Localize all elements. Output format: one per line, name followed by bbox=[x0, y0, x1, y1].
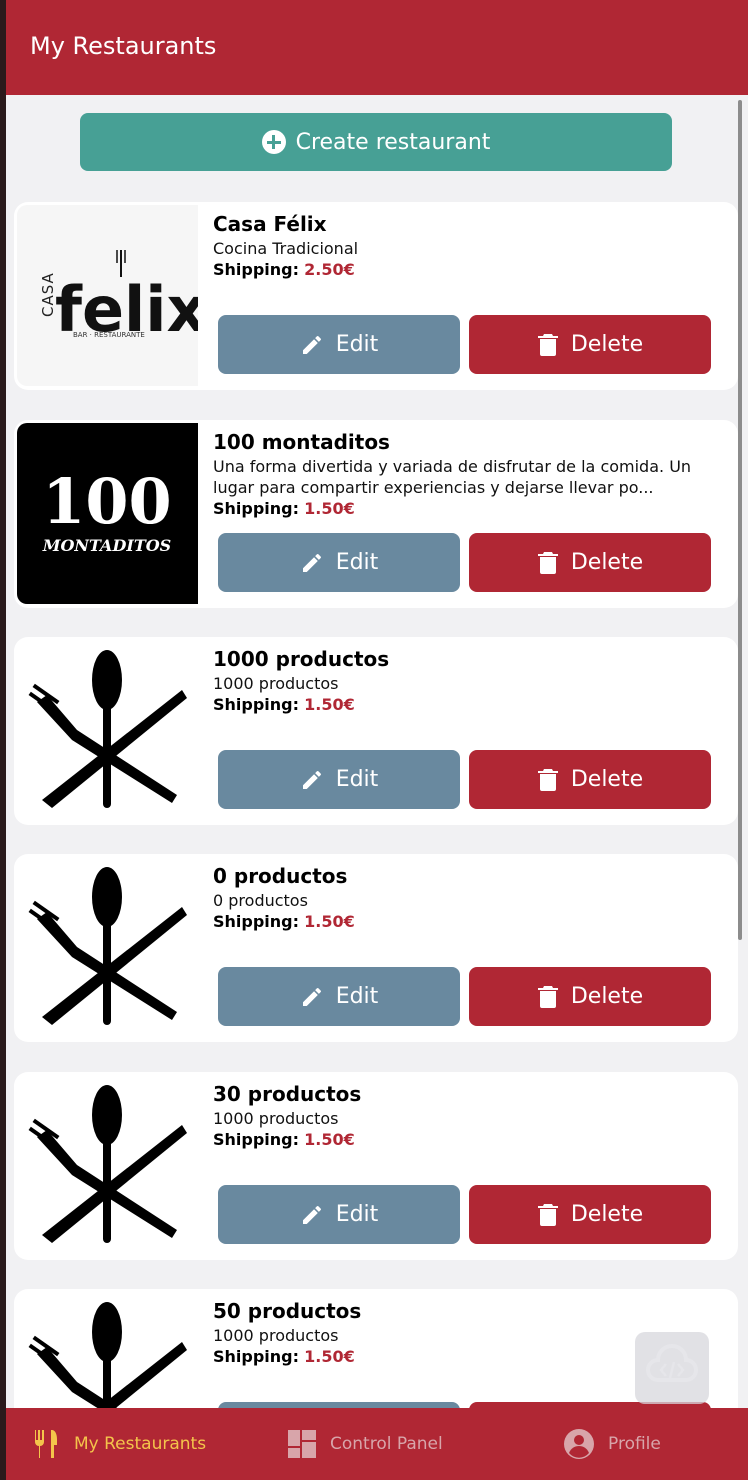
trash-icon bbox=[537, 333, 558, 356]
app-screen: My Restaurants Create restaurant CASA fe… bbox=[6, 0, 748, 1480]
delete-button[interactable]: Delete bbox=[469, 533, 711, 592]
shipping-cost: Shipping: 2.50€ bbox=[213, 260, 355, 279]
delete-button[interactable]: Delete bbox=[469, 750, 711, 809]
pencil-icon bbox=[302, 335, 321, 354]
delete-button[interactable]: Delete bbox=[469, 1185, 711, 1244]
delete-button[interactable]: Delete bbox=[469, 967, 711, 1026]
restaurant-card[interactable]: CASA felix BAR · RESTAURANTE Casa Félix … bbox=[14, 202, 738, 390]
restaurant-description: 1000 productos bbox=[213, 1109, 339, 1128]
scrollbar[interactable] bbox=[738, 100, 742, 940]
cutlery-icon bbox=[17, 640, 198, 821]
restaurant-name: 100 montaditos bbox=[213, 430, 390, 454]
restaurant-card[interactable]: 0 productos 0 productos Shipping: 1.50€ … bbox=[14, 854, 738, 1042]
shipping-cost: Shipping: 1.50€ bbox=[213, 912, 355, 931]
create-restaurant-button[interactable]: Create restaurant bbox=[80, 113, 672, 171]
tab-profile[interactable]: Profile bbox=[562, 1408, 661, 1480]
cutlery-icon bbox=[17, 1292, 198, 1408]
trash-icon bbox=[537, 985, 558, 1008]
restaurant-description: 0 productos bbox=[213, 891, 308, 910]
edit-button[interactable]: Edit bbox=[218, 967, 460, 1026]
edit-button[interactable]: Edit bbox=[218, 315, 460, 374]
trash-icon bbox=[537, 1203, 558, 1226]
trash-icon bbox=[537, 768, 558, 791]
restaurant-card[interactable]: 1000 productos 1000 productos Shipping: … bbox=[14, 637, 738, 825]
page-title: My Restaurants bbox=[30, 32, 217, 60]
code-icon bbox=[646, 1344, 698, 1382]
restaurant-description: 1000 productos bbox=[213, 674, 339, 693]
restaurant-name: 30 productos bbox=[213, 1082, 362, 1106]
restaurant-description: Cocina Tradicional bbox=[213, 239, 359, 258]
restaurant-name: 1000 productos bbox=[213, 647, 390, 671]
pencil-icon bbox=[302, 770, 321, 789]
dashboard-icon bbox=[288, 1430, 316, 1458]
shipping-cost: Shipping: 1.50€ bbox=[213, 1130, 355, 1149]
cutlery-icon bbox=[34, 1430, 57, 1458]
svg-text:MONTADITOS: MONTADITOS bbox=[42, 536, 171, 555]
pencil-icon bbox=[302, 553, 321, 572]
pencil-icon bbox=[302, 987, 321, 1006]
restaurant-card[interactable]: 30 productos 1000 productos Shipping: 1.… bbox=[14, 1072, 738, 1260]
100-montaditos-logo: 100 MONTADITOS bbox=[17, 423, 198, 604]
bottom-tab-bar: My Restaurants Control Panel Profile bbox=[6, 1408, 748, 1480]
restaurant-card[interactable]: 50 productos 1000 productos Shipping: 1.… bbox=[14, 1289, 738, 1408]
tab-my-restaurants[interactable]: My Restaurants bbox=[30, 1408, 206, 1480]
trash-icon bbox=[537, 551, 558, 574]
edit-button[interactable]: Edit bbox=[218, 533, 460, 592]
restaurant-name: Casa Félix bbox=[213, 212, 327, 236]
tab-control-panel[interactable]: Control Panel bbox=[286, 1408, 443, 1480]
plus-circle-icon bbox=[261, 130, 286, 154]
shipping-cost: Shipping: 1.50€ bbox=[213, 499, 355, 518]
pencil-icon bbox=[302, 1205, 321, 1224]
restaurant-card[interactable]: 100 MONTADITOS 100 montaditos Una forma … bbox=[14, 420, 738, 608]
cutlery-icon bbox=[17, 857, 198, 1038]
restaurant-name: 0 productos bbox=[213, 864, 348, 888]
cutlery-icon bbox=[17, 1075, 198, 1256]
delete-button[interactable]: Delete bbox=[469, 315, 711, 374]
svg-text:100: 100 bbox=[42, 465, 171, 538]
restaurant-name: 50 productos bbox=[213, 1299, 362, 1323]
account-circle-icon bbox=[564, 1429, 594, 1459]
svg-text:BAR · RESTAURANTE: BAR · RESTAURANTE bbox=[73, 331, 145, 339]
restaurant-description: Una forma divertida y variada de disfrut… bbox=[213, 457, 692, 497]
shipping-cost: Shipping: 1.50€ bbox=[213, 695, 355, 714]
casa-felix-logo: CASA felix BAR · RESTAURANTE bbox=[17, 205, 198, 386]
create-restaurant-label: Create restaurant bbox=[295, 129, 491, 155]
restaurant-list[interactable]: Create restaurant CASA felix BAR · RESTA… bbox=[6, 95, 748, 1408]
edit-button[interactable]: Edit bbox=[218, 1185, 460, 1244]
app-header: My Restaurants bbox=[6, 0, 748, 95]
edit-button[interactable]: Edit bbox=[218, 750, 460, 809]
dev-tools-button[interactable] bbox=[635, 1332, 709, 1404]
